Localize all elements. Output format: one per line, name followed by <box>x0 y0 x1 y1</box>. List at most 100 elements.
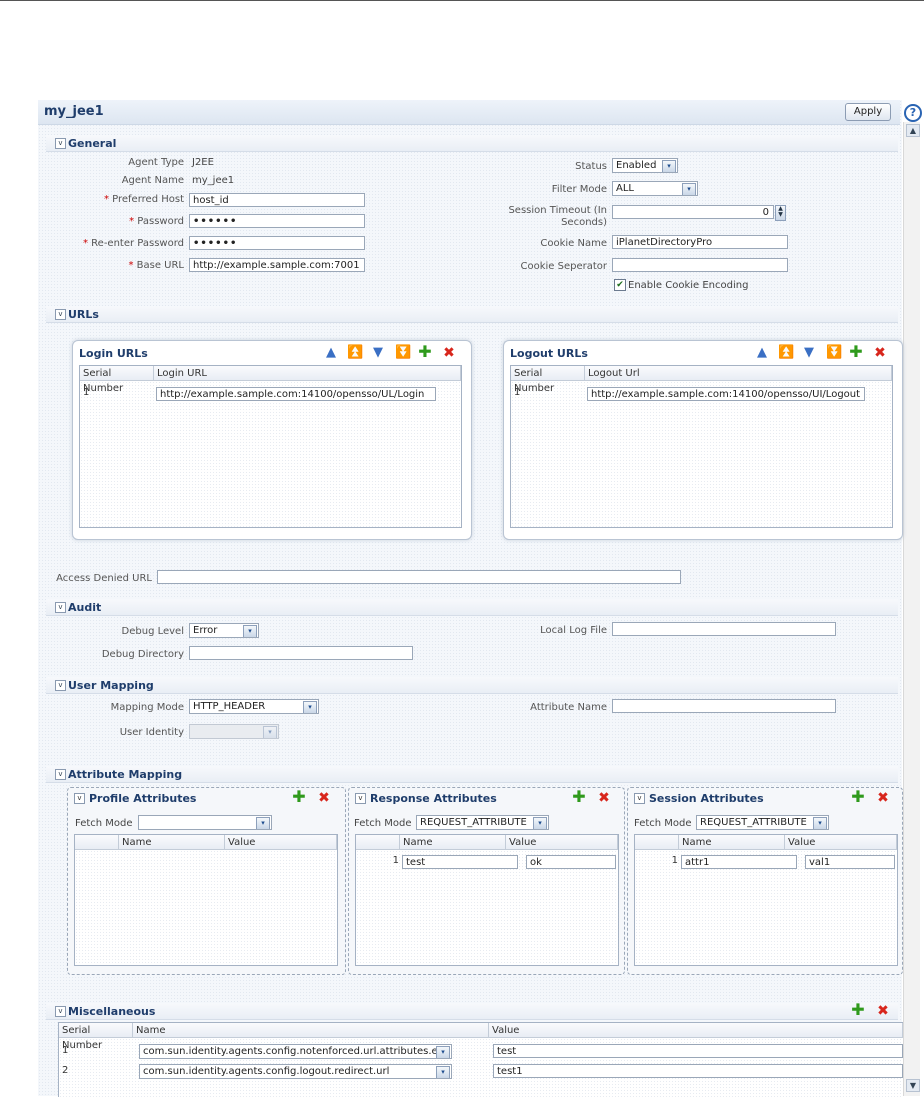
column-header-name[interactable]: Name <box>679 835 785 850</box>
delete-icon[interactable]: ✖ <box>876 791 890 805</box>
delete-icon[interactable]: ✖ <box>876 1004 890 1018</box>
section-attribute-mapping-header[interactable]: v Attribute Mapping <box>46 766 898 783</box>
logout-url-input[interactable]: http://example.sample.com:14100/opensso/… <box>587 387 865 401</box>
logout-urls-title: Logout URLs <box>510 347 588 360</box>
delete-icon[interactable]: ✖ <box>873 346 887 360</box>
reenter-password-input[interactable]: •••••• <box>189 236 365 250</box>
add-icon[interactable]: ✚ <box>851 1002 865 1018</box>
session-timeout-spinner[interactable]: ▲ ▼ <box>775 205 786 221</box>
column-header-index[interactable] <box>75 835 119 850</box>
session-name-input[interactable]: attr1 <box>681 855 797 869</box>
column-header-logout-url[interactable]: Logout Url <box>585 366 892 381</box>
status-label: Status <box>575 161 607 172</box>
delete-icon[interactable]: ✖ <box>442 346 456 360</box>
session-timeout-input[interactable]: 0 <box>612 205 774 219</box>
add-icon[interactable]: ✚ <box>572 789 586 805</box>
enable-cookie-encoding-label: Enable Cookie Encoding <box>628 280 749 291</box>
column-header-name[interactable]: Name <box>119 835 225 850</box>
misc-value-input[interactable]: test <box>493 1044 903 1058</box>
status-select[interactable]: Enabled ▾ <box>612 158 678 173</box>
response-value-input[interactable]: ok <box>526 855 616 869</box>
session-value-input[interactable]: val1 <box>805 855 895 869</box>
access-denied-url-input[interactable] <box>157 570 681 584</box>
column-header-serial[interactable]: Serial Number <box>511 366 585 394</box>
session-fetch-mode-value: REQUEST_ATTRIBUTE <box>700 817 807 828</box>
response-name-input[interactable]: test <box>402 855 518 869</box>
move-bottom-icon[interactable]: ⏬ <box>826 346 842 360</box>
apply-button[interactable]: Apply <box>845 103 891 121</box>
section-urls-label: URLs <box>68 308 99 321</box>
profile-fetch-mode-select[interactable]: ▾ <box>138 815 272 830</box>
section-urls-header[interactable]: v URLs <box>46 306 898 323</box>
column-header-name[interactable]: Name <box>400 835 506 850</box>
column-header-name[interactable]: Name <box>133 1023 489 1038</box>
add-icon[interactable]: ✚ <box>292 789 306 805</box>
move-top-icon[interactable]: ⏫ <box>347 346 363 360</box>
misc-value-input[interactable]: test1 <box>493 1064 903 1078</box>
column-header-value[interactable]: Value <box>506 835 618 850</box>
collapse-icon[interactable]: v <box>634 793 645 804</box>
collapse-icon[interactable]: v <box>55 769 66 780</box>
top-border <box>0 0 924 1</box>
section-audit-label: Audit <box>68 601 102 614</box>
section-general-header[interactable]: v General <box>46 135 898 152</box>
collapse-icon[interactable]: v <box>55 138 66 149</box>
filter-mode-select[interactable]: ALL ▾ <box>612 181 698 196</box>
delete-icon[interactable]: ✖ <box>317 791 331 805</box>
mapping-mode-select[interactable]: HTTP_HEADER ▾ <box>189 699 319 714</box>
collapse-icon[interactable]: v <box>55 680 66 691</box>
column-header-value[interactable]: Value <box>489 1023 903 1038</box>
move-down-icon[interactable]: ▼ <box>802 346 816 360</box>
column-header-value[interactable]: Value <box>225 835 337 850</box>
move-up-icon[interactable]: ▲ <box>324 346 338 360</box>
response-attributes-table: Name Value 1 test ok <box>355 834 619 966</box>
attribute-name-input[interactable] <box>612 699 836 713</box>
user-identity-select[interactable]: ▾ <box>189 724 279 739</box>
move-up-icon[interactable]: ▲ <box>755 346 769 360</box>
session-fetch-mode-select[interactable]: REQUEST_ATTRIBUTE ▾ <box>696 815 829 830</box>
cookie-separator-input[interactable] <box>612 258 788 272</box>
scroll-down-icon[interactable]: ▼ <box>906 1079 920 1092</box>
column-header-login-url[interactable]: Login URL <box>154 366 461 381</box>
base-url-input[interactable]: http://example.sample.com:7001 <box>189 258 365 272</box>
debug-directory-input[interactable] <box>189 646 413 660</box>
section-user-mapping-header[interactable]: v User Mapping <box>46 677 898 694</box>
preferred-host-input[interactable]: host_id <box>189 193 365 207</box>
collapse-icon[interactable]: v <box>55 1006 66 1017</box>
collapse-icon[interactable]: v <box>74 793 85 804</box>
add-icon[interactable]: ✚ <box>851 789 865 805</box>
chevron-down-icon: ▾ <box>263 726 277 738</box>
response-fetch-mode-select[interactable]: REQUEST_ATTRIBUTE ▾ <box>416 815 549 830</box>
column-header-serial[interactable]: Serial Number <box>59 1023 133 1051</box>
collapse-icon[interactable]: v <box>355 793 366 804</box>
collapse-icon[interactable]: v <box>55 309 66 320</box>
column-header-index[interactable] <box>635 835 679 850</box>
misc-name-select[interactable]: com.sun.identity.agents.config.logout.re… <box>139 1064 452 1079</box>
password-label-text: Password <box>137 216 184 227</box>
debug-level-select[interactable]: Error ▾ <box>189 623 259 638</box>
scroll-up-icon[interactable]: ▲ <box>906 124 920 137</box>
status-value: Enabled <box>616 160 657 171</box>
section-audit-header[interactable]: v Audit <box>46 599 898 616</box>
delete-icon[interactable]: ✖ <box>597 791 611 805</box>
column-header-value[interactable]: Value <box>785 835 897 850</box>
help-icon[interactable]: ? <box>904 104 922 122</box>
move-bottom-icon[interactable]: ⏬ <box>395 346 411 360</box>
move-down-icon[interactable]: ▼ <box>371 346 385 360</box>
enable-cookie-encoding-checkbox[interactable]: ✔ <box>614 279 626 291</box>
local-log-file-input[interactable] <box>612 622 836 636</box>
add-icon[interactable]: ✚ <box>418 344 432 360</box>
column-header-index[interactable] <box>356 835 400 850</box>
cookie-name-input[interactable]: iPlanetDirectoryPro <box>612 235 788 249</box>
move-top-icon[interactable]: ⏫ <box>778 346 794 360</box>
misc-name-select[interactable]: com.sun.identity.agents.config.notenforc… <box>139 1044 452 1059</box>
add-icon[interactable]: ✚ <box>849 344 863 360</box>
collapse-icon[interactable]: v <box>55 602 66 613</box>
login-url-input[interactable]: http://example.sample.com:14100/opensso/… <box>156 387 436 401</box>
debug-level-value: Error <box>193 625 218 636</box>
section-miscellaneous-header[interactable]: v Miscellaneous <box>46 1003 898 1020</box>
filter-mode-value: ALL <box>616 183 634 194</box>
vertical-scrollbar[interactable]: ▲ ▼ <box>903 122 920 1096</box>
password-input[interactable]: •••••• <box>189 214 365 228</box>
column-header-serial[interactable]: Serial Number <box>80 366 154 394</box>
